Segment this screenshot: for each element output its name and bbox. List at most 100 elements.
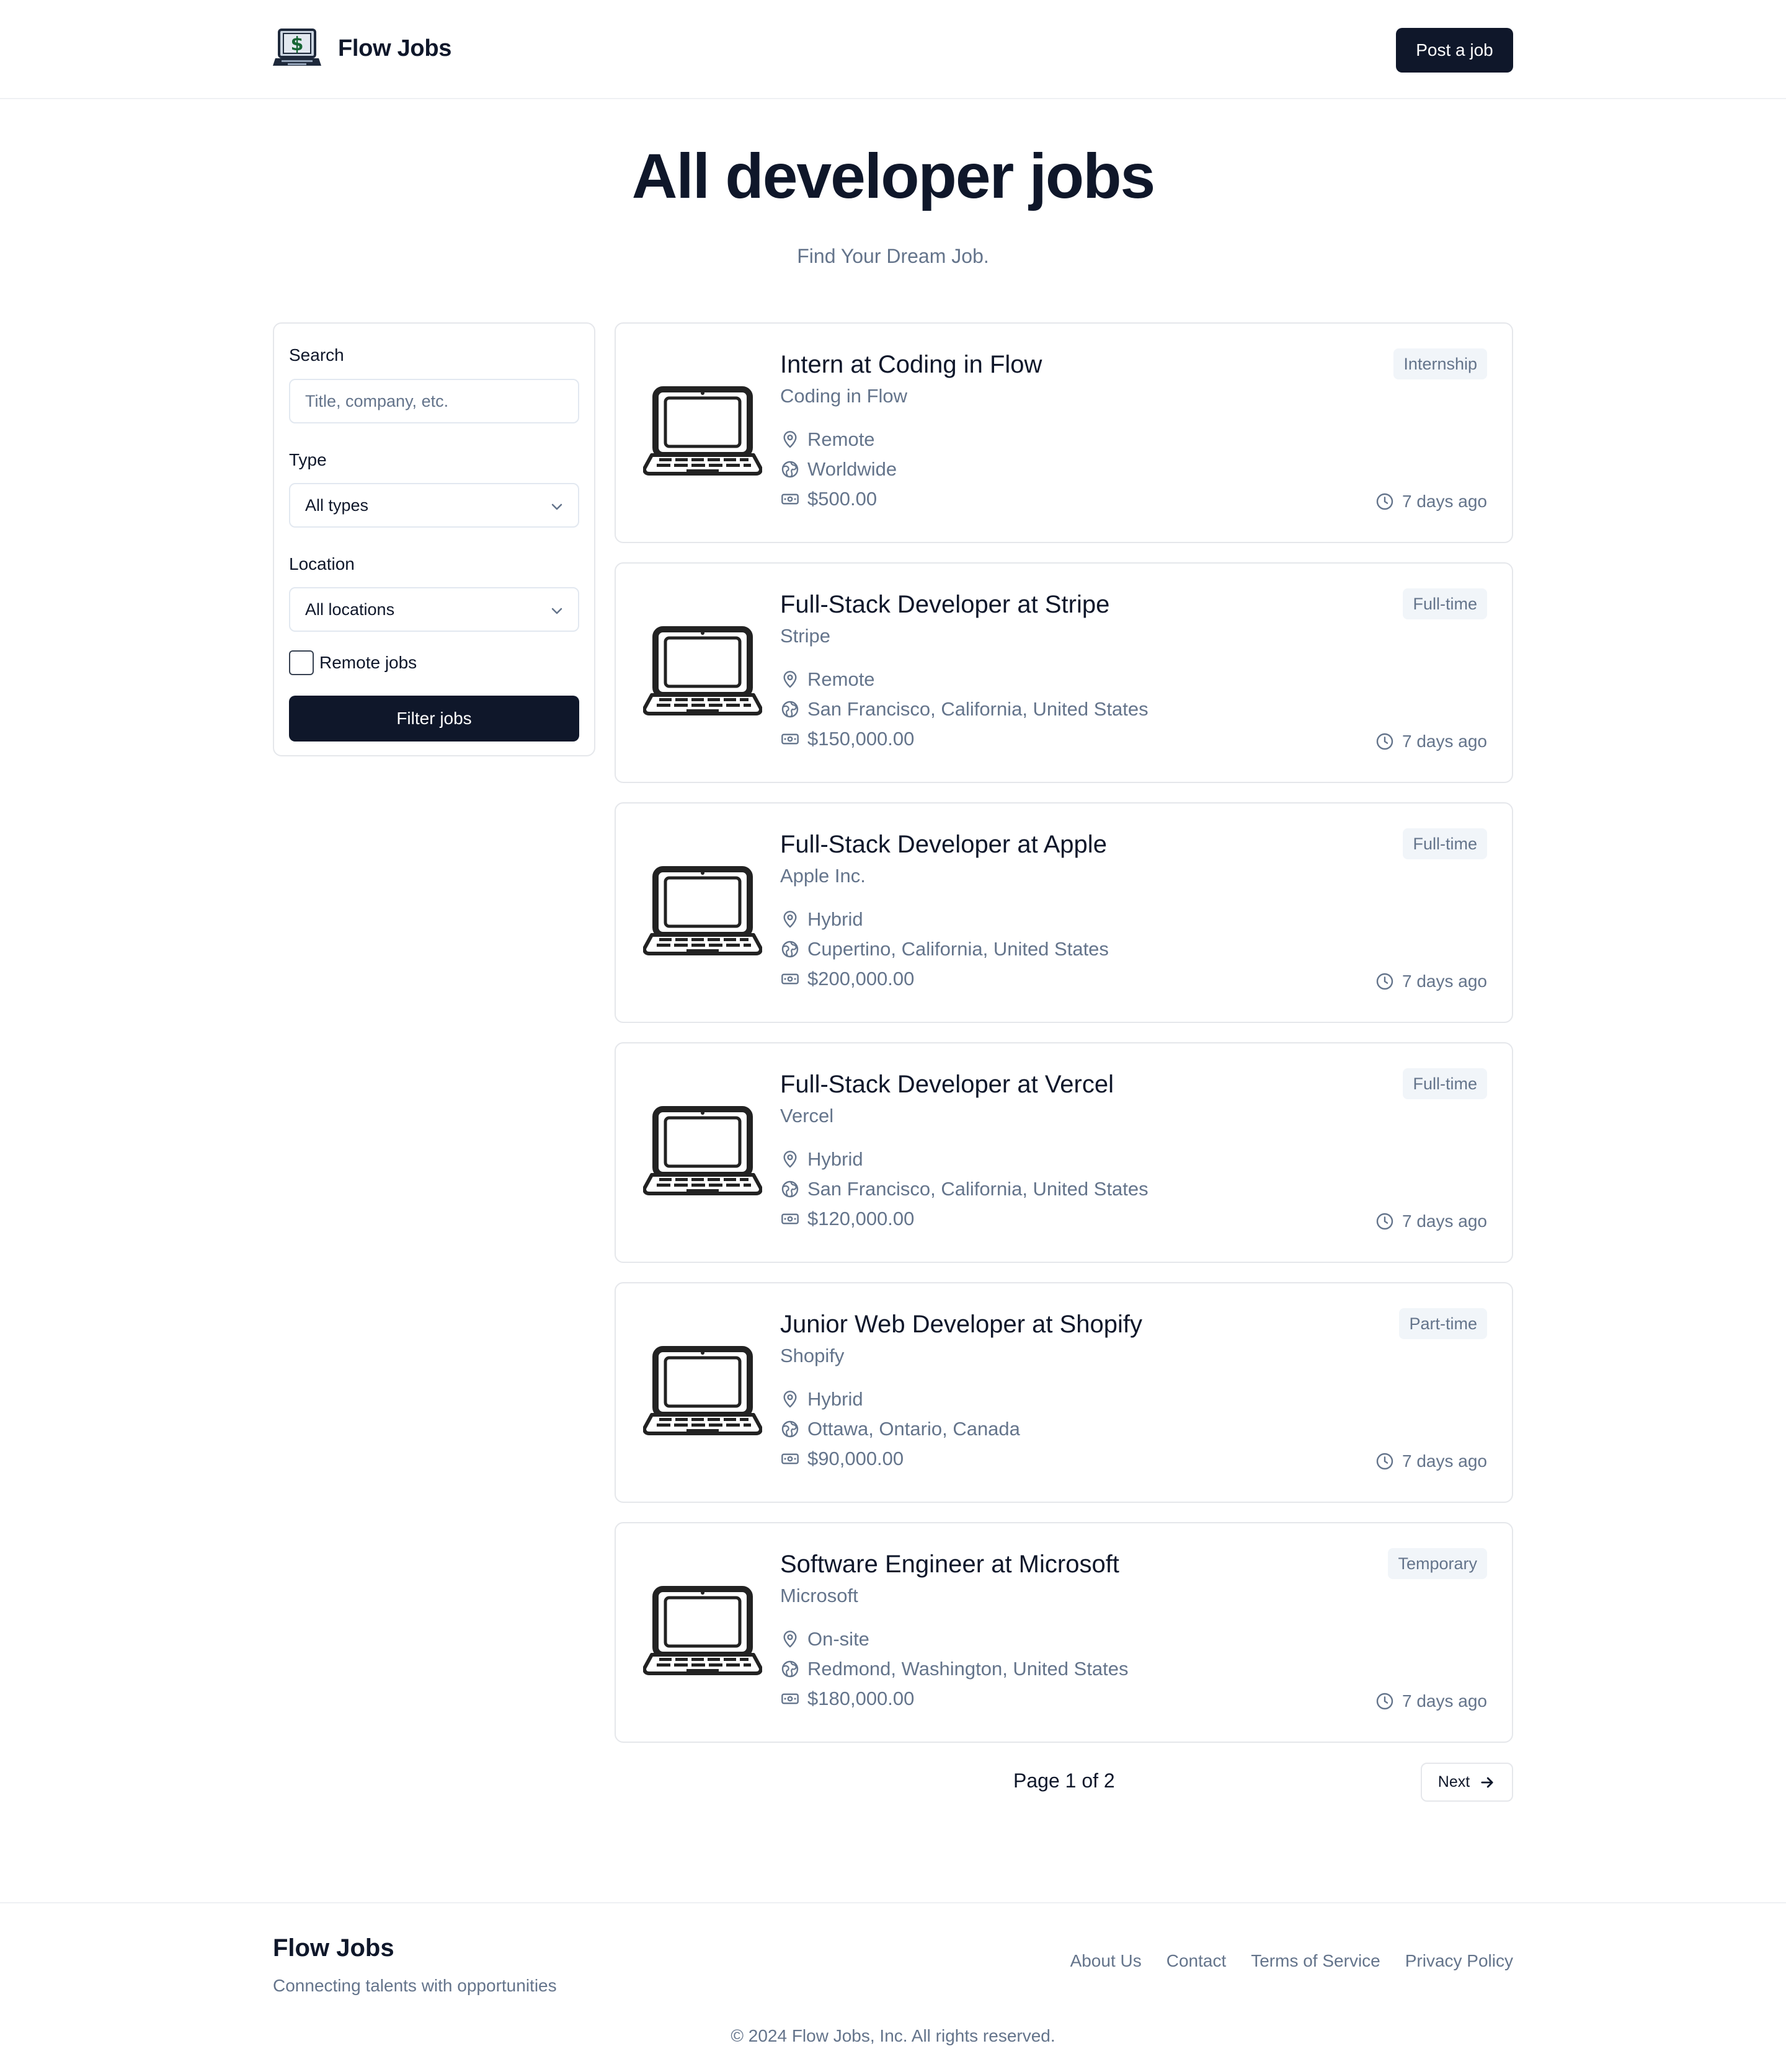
- job-company: Vercel: [780, 1105, 834, 1127]
- page-title: All developer jobs: [631, 141, 1156, 211]
- clock-icon: [1376, 1213, 1393, 1230]
- posted-text: 7 days ago: [1402, 492, 1487, 511]
- job-card[interactable]: Software Engineer at Microsoft Microsoft…: [615, 1522, 1513, 1743]
- salary-text: $500.00: [807, 488, 877, 510]
- job-company: Shopify: [780, 1345, 845, 1366]
- job-card[interactable]: Full-Stack Developer at Stripe Stripe Re…: [615, 562, 1513, 783]
- clock-icon: [1376, 973, 1393, 990]
- work-mode-text: Hybrid: [807, 1148, 863, 1170]
- job-title[interactable]: Full-Stack Developer at Vercel: [780, 1069, 1114, 1099]
- laptop-icon: [643, 1586, 762, 1675]
- job-salary: $500.00: [780, 487, 877, 511]
- footer-tagline: Connecting talents with opportunities: [273, 1976, 557, 1995]
- site-header: $ Flow Jobs Post a job: [0, 0, 1786, 99]
- pagination-info: Page 1 of 2: [1013, 1769, 1115, 1792]
- job-title[interactable]: Junior Web Developer at Shopify: [780, 1309, 1142, 1339]
- footer-copyright: © 2024 Flow Jobs, Inc. All rights reserv…: [731, 2026, 1055, 2045]
- type-select-value: All types: [305, 495, 369, 515]
- job-posted: 7 days ago: [1375, 1211, 1487, 1232]
- search-input[interactable]: Title, company, etc.: [289, 379, 579, 423]
- clock-icon: [1376, 1453, 1393, 1470]
- job-work-mode: Hybrid: [780, 908, 863, 931]
- chevron-down-icon: [551, 608, 562, 614]
- job-card[interactable]: Full-Stack Developer at Vercel Vercel Hy…: [615, 1042, 1513, 1263]
- job-posted: 7 days ago: [1375, 491, 1487, 512]
- map-pin-icon: [783, 431, 797, 448]
- site-footer: Flow Jobs Connecting talents with opport…: [0, 1902, 1786, 2072]
- globe-icon: [781, 1660, 799, 1678]
- location-text: San Francisco, California, United States: [807, 698, 1148, 720]
- job-work-mode: Hybrid: [780, 1148, 863, 1171]
- work-mode-text: Remote: [807, 668, 875, 690]
- job-work-mode: Hybrid: [780, 1388, 863, 1411]
- job-location: San Francisco, California, United States: [780, 1177, 1148, 1201]
- page-subtitle: Find Your Dream Job.: [797, 245, 989, 267]
- map-pin-icon: [783, 1631, 797, 1648]
- location-text: Ottawa, Ontario, Canada: [807, 1418, 1020, 1440]
- job-work-mode: Remote: [780, 428, 875, 451]
- job-company: Stripe: [780, 625, 830, 647]
- job-type-badge: Internship: [1393, 348, 1487, 379]
- salary-text: $180,000.00: [807, 1688, 915, 1709]
- type-select[interactable]: All types: [289, 483, 579, 528]
- post-job-button[interactable]: Post a job: [1396, 28, 1513, 73]
- filter-jobs-button[interactable]: Filter jobs: [289, 696, 579, 742]
- location-text: Cupertino, California, United States: [807, 938, 1109, 960]
- banknote-icon: [781, 1213, 799, 1224]
- location-text: Redmond, Washington, United States: [807, 1658, 1129, 1680]
- work-mode-text: Remote: [807, 428, 875, 450]
- globe-icon: [781, 461, 799, 478]
- location-select[interactable]: All locations: [289, 587, 579, 632]
- footer-brand: Flow Jobs: [273, 1934, 394, 1962]
- next-page-label: Next: [1437, 1773, 1470, 1791]
- posted-text: 7 days ago: [1402, 732, 1487, 751]
- next-page-button[interactable]: Next: [1421, 1763, 1513, 1802]
- job-location: Redmond, Washington, United States: [780, 1657, 1129, 1681]
- work-mode-text: Hybrid: [807, 1388, 863, 1410]
- globe-icon: [781, 701, 799, 718]
- job-company: Coding in Flow: [780, 385, 908, 407]
- brand-name[interactable]: Flow Jobs: [338, 35, 451, 62]
- job-title[interactable]: Full-Stack Developer at Apple: [780, 830, 1107, 859]
- job-location: Cupertino, California, United States: [780, 937, 1109, 961]
- remote-jobs-label[interactable]: Remote jobs: [319, 652, 417, 673]
- job-salary: $90,000.00: [780, 1447, 904, 1471]
- job-title[interactable]: Software Engineer at Microsoft: [780, 1549, 1119, 1579]
- location-text: Worldwide: [807, 458, 897, 480]
- banknote-icon: [781, 494, 799, 505]
- laptop-icon: [643, 866, 762, 955]
- remote-jobs-checkbox[interactable]: [289, 650, 314, 675]
- job-location: San Francisco, California, United States: [780, 697, 1148, 721]
- job-salary: $150,000.00: [780, 727, 914, 751]
- work-mode-text: Hybrid: [807, 908, 863, 930]
- job-card[interactable]: Junior Web Developer at Shopify Shopify …: [615, 1282, 1513, 1503]
- job-company: Microsoft: [780, 1585, 858, 1606]
- svg-text:$: $: [291, 33, 304, 55]
- location-select-value: All locations: [305, 600, 395, 619]
- laptop-icon: [643, 386, 762, 476]
- job-posted: 7 days ago: [1375, 731, 1487, 752]
- job-salary: $200,000.00: [780, 967, 914, 991]
- posted-text: 7 days ago: [1402, 1451, 1487, 1471]
- posted-text: 7 days ago: [1402, 972, 1487, 991]
- job-title[interactable]: Intern at Coding in Flow: [780, 350, 1042, 379]
- footer-link-privacy[interactable]: Privacy Policy: [1405, 1950, 1513, 1972]
- map-pin-icon: [783, 671, 797, 688]
- chevron-down-icon: [551, 503, 562, 510]
- job-title[interactable]: Full-Stack Developer at Stripe: [780, 590, 1109, 619]
- job-card[interactable]: Full-Stack Developer at Apple Apple Inc.…: [615, 802, 1513, 1023]
- salary-text: $200,000.00: [807, 968, 915, 990]
- job-work-mode: On-site: [780, 1627, 869, 1651]
- job-type-badge: Temporary: [1388, 1548, 1487, 1579]
- search-label: Search: [289, 345, 344, 365]
- banknote-icon: [781, 1693, 799, 1704]
- footer-link-contact[interactable]: Contact: [1166, 1950, 1227, 1972]
- job-card[interactable]: Intern at Coding in Flow Coding in Flow …: [615, 322, 1513, 543]
- laptop-dollar-icon[interactable]: $: [273, 29, 321, 68]
- clock-icon: [1376, 733, 1393, 750]
- footer-link-about[interactable]: About Us: [1070, 1950, 1142, 1972]
- location-label: Location: [289, 554, 355, 573]
- map-pin-icon: [783, 1151, 797, 1168]
- posted-text: 7 days ago: [1402, 1691, 1487, 1711]
- footer-link-terms[interactable]: Terms of Service: [1251, 1950, 1380, 1972]
